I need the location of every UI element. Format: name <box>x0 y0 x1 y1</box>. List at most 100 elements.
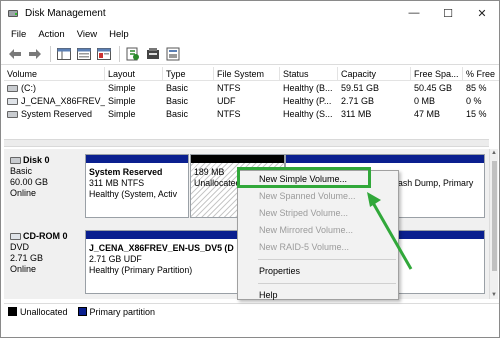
menu-item-new-mirrored-volume[interactable]: New Mirrored Volume... <box>238 222 398 239</box>
column-header-capacity[interactable]: Capacity <box>338 67 411 81</box>
volume-layout: Simple <box>108 83 136 93</box>
column-header-file-system[interactable]: File System <box>214 67 280 81</box>
menu-item-new-raid5-volume[interactable]: New RAID-5 Volume... <box>238 239 398 256</box>
forward-arrow-icon[interactable] <box>26 45 44 63</box>
partition-type-bar <box>86 155 188 163</box>
window-controls: — ☐ ✕ <box>397 1 499 25</box>
column-header-free-space[interactable]: Free Spa... <box>411 67 463 81</box>
context-menu: New Simple Volume... New Spanned Volume.… <box>237 170 399 300</box>
window-title: Disk Management <box>25 7 106 19</box>
menu-item-properties[interactable]: Properties <box>238 263 398 280</box>
disk-state: Online <box>10 264 37 274</box>
disk-info[interactable]: Disk 0 Basic 60.00 GB Online <box>6 149 84 221</box>
column-header-type[interactable]: Type <box>163 67 214 81</box>
properties-icon[interactable] <box>95 45 113 63</box>
title-bar: Disk Management — ☐ ✕ <box>1 1 499 25</box>
disk-management-app-icon <box>7 7 19 19</box>
column-header-layout[interactable]: Layout <box>105 67 163 81</box>
table-row[interactable]: J_CENA_X86FREV_... Simple Basic UDF Heal… <box>4 95 499 108</box>
volume-type: Basic <box>166 109 189 119</box>
toolbar <box>1 43 499 65</box>
partition-system-reserved[interactable]: System Reserved 311 MB NTFS Healthy (Sys… <box>85 154 189 218</box>
volume-name: System Reserved <box>21 109 93 119</box>
pane-splitter[interactable] <box>4 139 489 147</box>
scroll-down-icon[interactable]: ▼ <box>491 292 497 298</box>
volume-type: Basic <box>166 96 189 106</box>
menu-view[interactable]: View <box>71 29 103 40</box>
menu-file[interactable]: File <box>5 29 32 40</box>
disk-name: Disk 0 <box>23 155 50 165</box>
table-row[interactable]: (C:) Simple Basic NTFS Healthy (B... 59.… <box>4 82 499 95</box>
help-pane-icon[interactable] <box>75 45 93 63</box>
disk-info[interactable]: CD-ROM 0 DVD 2.71 GB Online <box>6 225 84 297</box>
toolbar-separator <box>50 45 51 62</box>
column-header-percent-free[interactable]: % Free <box>463 67 499 81</box>
dvd-drive-icon <box>7 98 18 105</box>
menu-item-new-spanned-volume[interactable]: New Spanned Volume... <box>238 188 398 205</box>
menu-separator <box>258 259 396 260</box>
volume-capacity: 2.71 GB <box>341 96 375 106</box>
partition-type-bar <box>191 155 284 163</box>
highlight-box <box>237 167 371 188</box>
hard-disk-icon <box>10 157 21 164</box>
legend: Unallocated Primary partition <box>4 303 499 319</box>
disk-size: 60.00 GB <box>10 177 49 187</box>
volume-layout: Simple <box>108 96 136 106</box>
volume-percent-free: 15 % <box>466 109 487 119</box>
menu-action[interactable]: Action <box>32 29 70 40</box>
volume-status: Healthy (S... <box>283 109 333 119</box>
menu-bar: File Action View Help <box>1 25 499 43</box>
legend-swatch-primary <box>77 307 87 316</box>
disk-type: DVD <box>10 242 30 252</box>
help-icon[interactable] <box>124 45 142 63</box>
volume-type: Basic <box>166 83 189 93</box>
minimize-button[interactable]: — <box>397 1 431 25</box>
volume-list-header: Volume Layout Type File System Status Ca… <box>4 67 499 81</box>
legend-label-primary: Primary partition <box>89 306 156 317</box>
volume-capacity: 59.51 GB <box>341 83 380 93</box>
volume-status: Healthy (P... <box>283 96 332 106</box>
disk-type: Basic <box>10 166 33 176</box>
drive-icon <box>7 111 18 118</box>
close-button[interactable]: ✕ <box>465 1 499 25</box>
volume-list: (C:) Simple Basic NTFS Healthy (B... 59.… <box>4 82 499 121</box>
menu-separator <box>258 283 396 284</box>
partition-status: Healthy (System, Activ <box>89 189 177 199</box>
refresh-icon[interactable] <box>144 45 162 63</box>
menu-help[interactable]: Help <box>103 29 135 40</box>
volume-status: Healthy (B... <box>283 83 333 93</box>
disk-management-window: Disk Management — ☐ ✕ File Action View H… <box>0 0 500 338</box>
column-header-status[interactable]: Status <box>280 67 338 81</box>
legend-swatch-unallocated <box>8 307 17 316</box>
dvd-drive-icon <box>10 233 21 240</box>
rescan-icon[interactable] <box>164 45 182 63</box>
volume-name: (C:) <box>21 83 36 93</box>
volume-file-system: UDF <box>217 96 236 106</box>
partition-status: ash Dump, Primary <box>398 178 474 188</box>
volume-capacity: 311 MB <box>341 109 372 119</box>
toolbar-separator <box>119 45 120 62</box>
volume-percent-free: 0 % <box>466 96 482 106</box>
volume-file-system: NTFS <box>217 109 241 119</box>
scroll-up-icon[interactable]: ▲ <box>491 150 497 156</box>
volume-percent-free: 85 % <box>466 83 487 93</box>
scrollbar-thumb[interactable] <box>492 161 497 271</box>
volume-free-space: 50.45 GB <box>414 83 453 93</box>
column-header-volume[interactable]: Volume <box>4 67 105 81</box>
disk-name: CD-ROM 0 <box>23 231 68 241</box>
maximize-button[interactable]: ☐ <box>431 1 465 25</box>
volume-free-space: 47 MB <box>414 109 441 119</box>
vertical-scrollbar[interactable]: ▲ ▼ <box>489 149 498 299</box>
partition-size: 311 MB NTFS <box>89 178 145 188</box>
partition-name: System Reserved <box>89 167 163 177</box>
volume-name: J_CENA_X86FREV_... <box>21 96 105 106</box>
table-row[interactable]: System Reserved Simple Basic NTFS Health… <box>4 108 499 121</box>
volume-free-space: 0 MB <box>414 96 436 106</box>
menu-item-new-striped-volume[interactable]: New Striped Volume... <box>238 205 398 222</box>
partition-type-bar <box>286 155 484 163</box>
disk-state: Online <box>10 188 37 198</box>
console-tree-icon[interactable] <box>55 45 73 63</box>
volume-file-system: NTFS <box>217 83 241 93</box>
menu-item-help[interactable]: Help <box>238 287 398 304</box>
back-arrow-icon[interactable] <box>6 45 24 63</box>
